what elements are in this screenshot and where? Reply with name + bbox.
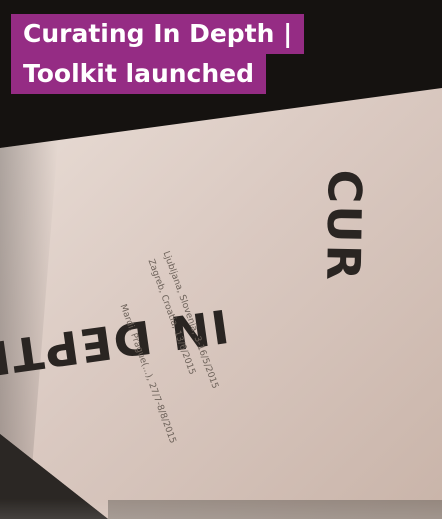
headline-line-1[interactable]: Curating In Depth | xyxy=(11,14,305,54)
headline-line-2[interactable]: Toolkit launched xyxy=(11,54,267,94)
cover-word-top: CUR xyxy=(316,169,372,283)
photo-edge xyxy=(0,499,442,519)
article-card[interactable]: CUR IN DEPTH Ljubljana, Slovenia, 3-16/5… xyxy=(0,0,442,519)
headline[interactable]: Curating In Depth | Toolkit launched xyxy=(11,14,305,94)
